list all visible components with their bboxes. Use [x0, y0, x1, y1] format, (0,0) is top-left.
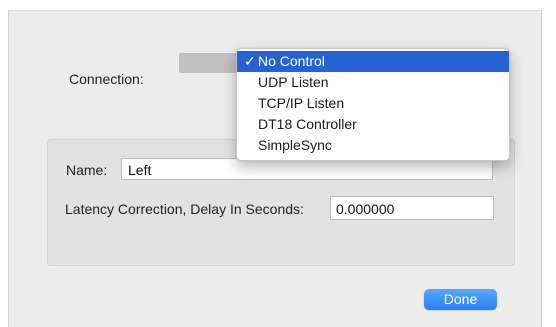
name-label: Name: — [66, 162, 108, 178]
menu-item-simplesync[interactable]: SimpleSync — [237, 135, 509, 156]
name-field[interactable]: Left — [121, 158, 493, 180]
menu-item-label: UDP Listen — [258, 74, 329, 90]
checkmark-icon: ✓ — [244, 53, 256, 69]
done-button[interactable]: Done — [424, 289, 497, 310]
menu-item-label: No Control — [258, 53, 325, 69]
page: Connection: Name: Left Latency Correctio… — [0, 0, 556, 327]
latency-label: Latency Correction, Delay In Seconds: — [65, 201, 304, 217]
menu-item-tcpip-listen[interactable]: TCP/IP Listen — [237, 93, 509, 114]
connection-dropdown-menu: ✓ No Control UDP Listen TCP/IP Listen DT… — [236, 48, 510, 161]
menu-item-label: SimpleSync — [258, 137, 332, 153]
menu-item-label: DT18 Controller — [258, 116, 357, 132]
latency-field[interactable]: 0.000000 — [330, 196, 494, 220]
menu-item-no-control[interactable]: ✓ No Control — [237, 51, 509, 72]
menu-item-udp-listen[interactable]: UDP Listen — [237, 72, 509, 93]
menu-item-dt18-controller[interactable]: DT18 Controller — [237, 114, 509, 135]
connection-label: Connection: — [69, 71, 144, 87]
menu-item-label: TCP/IP Listen — [258, 95, 345, 111]
